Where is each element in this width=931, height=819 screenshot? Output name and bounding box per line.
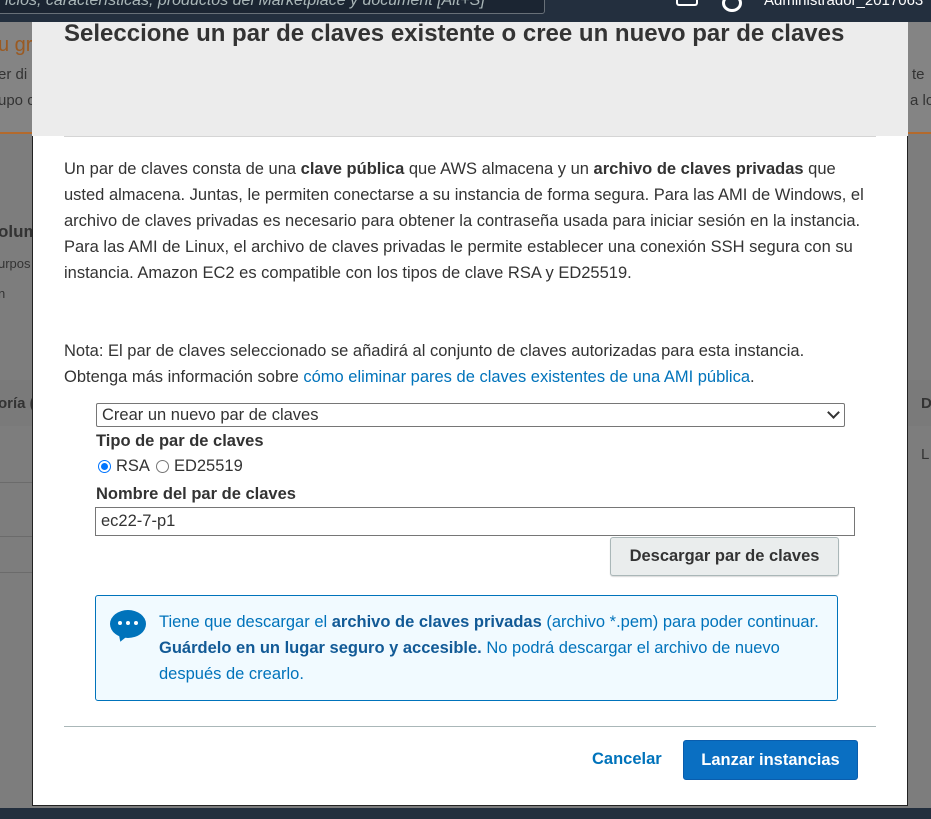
key-type-label: Tipo de par de claves	[96, 432, 264, 450]
modal-title: Seleccione un par de claves existente o …	[64, 20, 845, 47]
note-paragraph: Nota: El par de claves seleccionado se a…	[64, 342, 805, 386]
banner-text: te	[912, 66, 925, 83]
table-header: D	[921, 395, 931, 412]
banner-text: a lo	[910, 92, 931, 109]
intro-paragraph: Un par de claves consta de una clave púb…	[64, 160, 864, 282]
banner-text: upo c	[0, 92, 35, 109]
key-pair-select[interactable]: Crear un nuevo par de claves	[96, 403, 845, 427]
chat-bubble-icon	[110, 610, 146, 638]
info-alert-text: Tiene que descargar el archivo de claves…	[159, 613, 819, 683]
radio-ed25519-label: ED25519	[173, 457, 243, 475]
key-name-label: Nombre del par de claves	[96, 485, 296, 503]
chevron-down-icon	[827, 406, 840, 419]
banner-text: er di	[0, 66, 28, 83]
section-text: urpos	[0, 256, 31, 271]
header-divider	[64, 136, 876, 137]
radio-rsa[interactable]	[98, 460, 111, 473]
key-type-radio-group: RSA ED25519	[98, 457, 249, 476]
section-text: n	[0, 286, 6, 301]
console-footer	[0, 808, 931, 819]
table-divider	[0, 572, 32, 573]
key-name-input[interactable]: ec22-7-p1	[95, 507, 855, 536]
table-cell: L	[921, 446, 930, 463]
table-divider	[0, 536, 32, 537]
remove-keys-link[interactable]: cómo eliminar pares de claves existentes…	[303, 368, 750, 386]
select-value: Crear un nuevo par de claves	[102, 406, 319, 424]
info-alert: Tiene que descargar el archivo de claves…	[95, 595, 838, 701]
table-header: oría (	[0, 395, 35, 412]
table-divider	[0, 482, 32, 483]
banner-title: u gr	[0, 34, 33, 56]
download-key-pair-button[interactable]: Descargar par de claves	[610, 537, 839, 576]
launch-instances-button[interactable]: Lanzar instancias	[683, 740, 858, 780]
cancel-button[interactable]: Cancelar	[592, 750, 662, 769]
footer-divider	[64, 726, 876, 727]
radio-rsa-label: RSA	[116, 457, 150, 475]
radio-ed25519[interactable]	[155, 460, 169, 473]
